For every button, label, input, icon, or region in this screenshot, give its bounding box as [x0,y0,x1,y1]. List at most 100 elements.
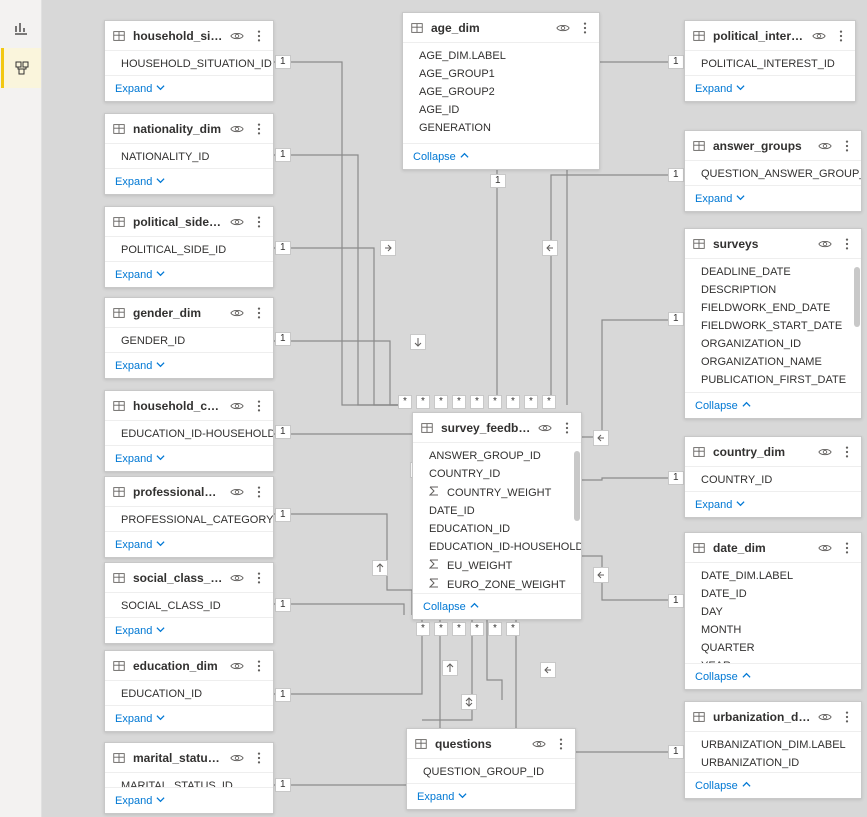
card-header[interactable]: surveys [685,229,861,259]
expand-collapse-button[interactable]: Collapse [413,593,581,619]
field-row[interactable]: EDUCATION_ID [413,520,581,538]
more-options-icon[interactable] [251,306,267,320]
table-survey_feedback[interactable]: survey_feedbackANSWER_GROUP_IDCOUNTRY_ID… [412,412,582,620]
field-row[interactable]: DESCRIPTION [685,281,861,299]
more-options-icon[interactable] [839,445,855,459]
card-header[interactable]: answer_groups [685,131,861,161]
field-row[interactable]: AGE_DIM.LABEL [403,47,599,65]
table-household_situation[interactable]: household_situation_... HOUSEHOLD_SITUATI… [104,20,274,102]
field-row[interactable]: FIELDWORK_START_DATE [685,317,861,335]
more-options-icon[interactable] [559,421,575,435]
field-row[interactable]: EU_WEIGHT [413,556,581,575]
expand-collapse-button[interactable]: Expand [685,491,861,517]
expand-collapse-button[interactable]: Collapse [685,772,861,798]
more-options-icon[interactable] [251,215,267,229]
card-header[interactable]: country_dim [685,437,861,467]
more-options-icon[interactable] [577,21,593,35]
more-options-icon[interactable] [251,122,267,136]
field-row[interactable]: GENERATION [403,119,599,137]
field-row[interactable]: COUNTRY_ID [685,471,861,489]
field-row[interactable]: EDUCATION_ID [105,685,273,703]
more-options-icon[interactable] [553,737,569,751]
card-header[interactable]: social_class_dim [105,563,273,593]
card-header[interactable]: household_situation_... [105,21,273,51]
expand-collapse-button[interactable]: Expand [105,531,273,557]
more-options-icon[interactable] [839,139,855,153]
table-date_dim[interactable]: date_dimDATE_DIM.LABELDATE_IDDAYMONTHQUA… [684,532,862,690]
field-row[interactable]: DATE_ID [413,502,581,520]
table-marital_status_dim[interactable]: marital_status_dimMARITAL_STATUS_IDExpan… [104,742,274,814]
table-urbanization_dim[interactable]: urbanization_dimURBANIZATION_DIM.LABELUR… [684,701,862,799]
more-options-icon[interactable] [251,485,267,499]
visibility-icon[interactable] [229,659,245,673]
expand-collapse-button[interactable]: Expand [105,75,273,101]
field-row[interactable]: AGE_GROUP2 [403,83,599,101]
expand-collapse-button[interactable]: Expand [105,168,273,194]
field-row[interactable]: AGE_ID [403,101,599,119]
table-gender_dim[interactable]: gender_dim GENDER_ID Expand [104,297,274,379]
expand-collapse-button[interactable]: Collapse [685,392,861,418]
field-row[interactable]: ORGANIZATION_ID [685,335,861,353]
card-header[interactable]: gender_dim [105,298,273,328]
more-options-icon[interactable] [251,29,267,43]
visibility-icon[interactable] [817,541,833,555]
card-header[interactable]: questions [407,729,575,759]
visibility-icon[interactable] [817,710,833,724]
visibility-icon[interactable] [555,21,571,35]
field-row[interactable]: MARITAL_STATUS_ID [105,777,273,787]
field-row[interactable]: HOUSEHOLD_SITUATION_ID [105,55,273,73]
table-education_dim[interactable]: education_dimEDUCATION_IDExpand [104,650,274,732]
more-options-icon[interactable] [839,237,855,251]
field-row[interactable]: PUBLICATION_FIRST_DATE [685,371,861,389]
field-row[interactable]: DEADLINE_DATE [685,263,861,281]
expand-collapse-button[interactable]: Expand [685,75,855,101]
more-options-icon[interactable] [251,399,267,413]
field-row[interactable]: URBANIZATION_ID [685,754,861,772]
table-answer_groups[interactable]: answer_groupsQUESTION_ANSWER_GROUP_IDExp… [684,130,862,212]
card-header[interactable]: urbanization_dim [685,702,861,732]
card-header[interactable]: political_side_dim [105,207,273,237]
expand-collapse-button[interactable]: Expand [105,352,273,378]
card-header[interactable]: household_compositi... [105,391,273,421]
visibility-icon[interactable] [229,399,245,413]
card-header[interactable]: political_interest_dim [685,21,855,51]
visibility-icon[interactable] [229,215,245,229]
table-nationality_dim[interactable]: nationality_dimNATIONALITY_IDExpand [104,113,274,195]
field-row[interactable]: COUNTRY_ID [413,465,581,483]
card-header[interactable]: age_dim [403,13,599,43]
expand-collapse-button[interactable]: Collapse [403,143,599,169]
card-header[interactable]: date_dim [685,533,861,563]
table-professional_category[interactable]: professional_categor...PROFESSIONAL_CATE… [104,476,274,558]
visibility-icon[interactable] [817,445,833,459]
expand-collapse-button[interactable]: Collapse [685,663,861,689]
expand-collapse-button[interactable]: Expand [407,783,575,809]
field-row[interactable]: QUESTION_ANSWER_GROUP_ID [685,165,861,183]
model-canvas[interactable]: 1 1 1 1 1 1 1 1 1 1 1 1 1 1 1 1 1 * * * … [42,0,867,817]
field-row[interactable]: FIELDWORK_END_DATE [685,299,861,317]
card-header[interactable]: survey_feedback [413,413,581,443]
table-surveys[interactable]: surveysDEADLINE_DATEDESCRIPTIONFIELDWORK… [684,228,862,419]
visibility-icon[interactable] [229,306,245,320]
visibility-icon[interactable] [817,237,833,251]
card-header[interactable]: nationality_dim [105,114,273,144]
card-header[interactable]: marital_status_dim [105,743,273,773]
visibility-icon[interactable] [811,29,827,43]
field-row[interactable]: GENDER_ID [105,332,273,350]
field-row[interactable]: COUNTRY_WEIGHT [413,483,581,502]
field-row[interactable]: POLITICAL_INTEREST_ID [685,55,855,73]
visibility-icon[interactable] [531,737,547,751]
expand-collapse-button[interactable]: Expand [105,617,273,643]
expand-collapse-button[interactable]: Expand [105,445,273,471]
scrollbar-thumb[interactable] [574,451,580,521]
more-options-icon[interactable] [251,751,267,765]
visibility-icon[interactable] [537,421,553,435]
field-row[interactable]: QUESTION_GROUP_ID [407,763,575,781]
table-social_class_dim[interactable]: social_class_dimSOCIAL_CLASS_IDExpand [104,562,274,644]
more-options-icon[interactable] [251,571,267,585]
more-options-icon[interactable] [833,29,849,43]
field-row[interactable]: ORGANIZATION_NAME [685,353,861,371]
table-country_dim[interactable]: country_dim COUNTRY_ID Expand [684,436,862,518]
report-view-button[interactable] [1,8,41,48]
model-view-button[interactable] [1,48,41,88]
field-row[interactable]: EDUCATION_ID-HOUSEHOLD_... [413,538,581,556]
